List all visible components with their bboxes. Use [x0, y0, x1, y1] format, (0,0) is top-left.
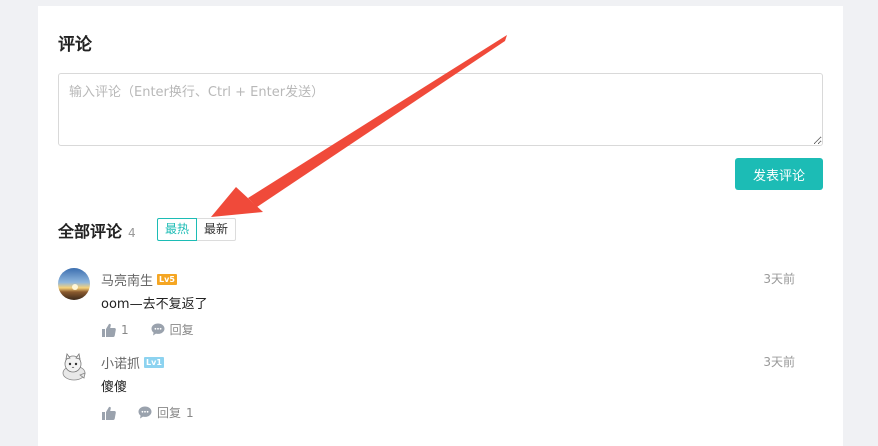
- comment-time: 3天前: [763, 355, 795, 369]
- comment-item: 小诺抓 Lv1 3天前 傻傻 回复 1: [58, 351, 823, 426]
- comment-text: 傻傻: [101, 380, 128, 395]
- avatar[interactable]: [58, 351, 90, 383]
- reply-label: 回复: [169, 323, 194, 337]
- comment-text: oom—去不复返了: [101, 297, 208, 312]
- sort-tabs: 最热 最新: [157, 218, 237, 241]
- speech-bubble-icon: [151, 323, 165, 336]
- comment-section-title: 评论: [58, 35, 92, 55]
- speech-bubble-icon: [138, 406, 152, 419]
- all-comments-title: 全部评论: [58, 222, 123, 241]
- comment-time: 3天前: [763, 272, 795, 286]
- like-button[interactable]: [101, 406, 116, 420]
- username-text[interactable]: 小诺抓: [101, 353, 140, 372]
- submit-comment-button[interactable]: 发表评论: [735, 158, 823, 190]
- reply-button[interactable]: 回复 1: [138, 404, 194, 421]
- comment-username[interactable]: 马亮南生 Lv5: [101, 270, 177, 289]
- reply-count: 1: [186, 405, 194, 420]
- tab-newest[interactable]: 最新: [197, 218, 237, 241]
- thumbs-up-icon: [101, 406, 116, 420]
- comment-card: 评论 发表评论 全部评论 4 最热 最新: [38, 6, 843, 446]
- like-button[interactable]: 1: [101, 323, 129, 337]
- all-comments-heading: 全部评论 4: [58, 218, 136, 242]
- tab-hottest[interactable]: 最热: [157, 218, 198, 241]
- comment-input[interactable]: [58, 73, 823, 146]
- reply-label: 回复: [157, 406, 182, 420]
- username-text[interactable]: 马亮南生: [101, 270, 153, 289]
- comment-item: 马亮南生 Lv5 3天前 oom—去不复返了 1 回复: [58, 268, 823, 343]
- comment-count: 4: [128, 226, 136, 240]
- comment-actions: 1 回复: [101, 321, 194, 338]
- level-badge: Lv5: [157, 274, 177, 285]
- level-badge: Lv1: [144, 357, 164, 368]
- avatar[interactable]: [58, 268, 90, 300]
- reply-button[interactable]: 回复: [151, 321, 194, 338]
- comment-actions: 回复 1: [101, 404, 194, 421]
- like-count: 1: [121, 322, 129, 337]
- thumbs-up-icon: [101, 323, 116, 337]
- comment-username[interactable]: 小诺抓 Lv1: [101, 353, 164, 372]
